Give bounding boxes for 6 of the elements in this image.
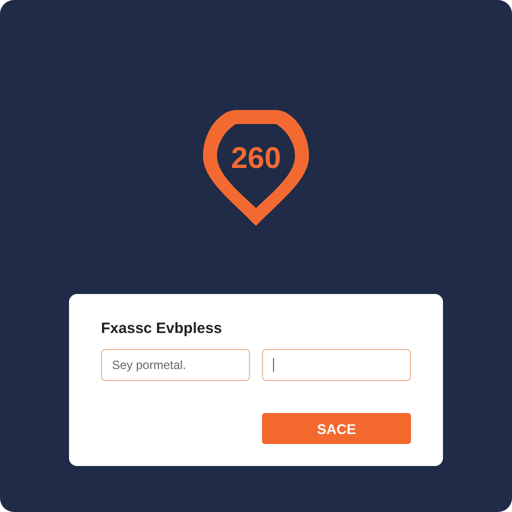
input-field[interactable]	[262, 349, 411, 381]
form-title: Fxassc Evbpless	[101, 320, 223, 337]
text-cursor-icon	[273, 358, 274, 372]
input-field[interactable]: Sey pormetal.	[101, 349, 250, 381]
save-button[interactable]: SACE	[262, 413, 411, 444]
badge-number: 260	[230, 142, 282, 176]
